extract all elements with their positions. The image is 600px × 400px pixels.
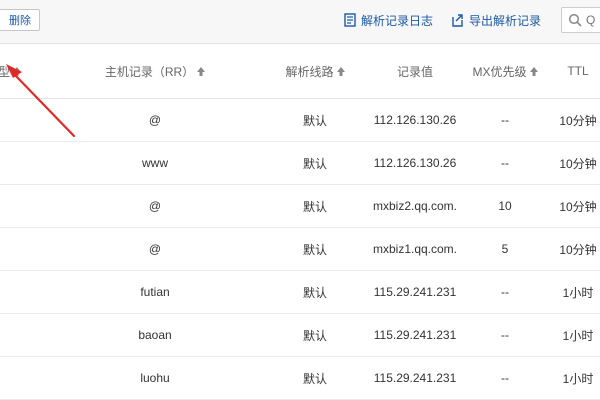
table-row[interactable]: futian 默认 115.29.241.231 -- 1小时 [0,271,600,314]
cell-type [0,271,18,313]
column-header-value[interactable]: 记录值 [362,44,468,98]
column-header-type[interactable]: 型 [0,44,28,98]
cell-value: 115.29.241.231 [373,371,457,385]
cell-value: 115.29.241.231 [373,285,457,299]
cell-value: 112.126.130.26 [373,113,457,127]
table-row[interactable]: @ 默认 112.126.130.26 -- 10分钟 [0,99,600,142]
column-header-ttl[interactable]: TTL [538,44,600,98]
cell-type [0,357,18,399]
cell-type [0,314,18,356]
cell-type: ( [0,185,18,227]
cell-host: www [142,156,168,170]
cell-line: 默认 [302,242,327,257]
cell-value: mxbiz2.qq.com. [372,199,458,213]
cell-ttl: 10分钟 [559,156,597,171]
cell-mx: -- [501,113,509,127]
cell-host: @ [148,199,162,213]
sort-arrow-icon [529,66,538,76]
column-header-host[interactable]: 主机记录（RR） [80,44,230,98]
sort-arrow-icon [13,66,22,76]
search-icon [568,13,582,27]
cell-host: @ [148,113,162,127]
table-header: 型 主机记录（RR） 解析线路 记录值 MX优先级 TTL [0,44,600,99]
cell-ttl: 1小时 [562,371,594,386]
export-records-link[interactable]: 导出解析记录 [451,10,541,30]
delete-button[interactable]: 删除 [0,9,40,31]
record-log-label: 解析记录日志 [361,13,434,28]
cell-mx: -- [501,328,509,342]
cell-ttl: 1小时 [562,285,594,300]
table-row[interactable]: www 默认 112.126.130.26 -- 10分钟 [0,142,600,185]
cell-mx: 5 [501,242,509,256]
cell-line: 默认 [302,199,327,214]
cell-ttl: 10分钟 [559,113,597,128]
cell-type [0,99,18,141]
table-row[interactable]: luohu 默认 115.29.241.231 -- 1小时 [0,357,600,400]
table-row[interactable]: ( @ 默认 mxbiz1.qq.com. 5 10分钟 [0,228,600,271]
table-row[interactable]: baoan 默认 115.29.241.231 -- 1小时 [0,314,600,357]
cell-value: 115.29.241.231 [373,328,457,342]
toolbar: 删除 解析记录日志 导出解析记录 [0,0,600,44]
record-log-link[interactable]: 解析记录日志 [344,10,433,30]
cell-line: 默认 [302,113,327,128]
cell-line: 默认 [302,285,327,300]
document-icon [344,13,356,27]
cell-value: mxbiz1.qq.com. [372,242,458,256]
cell-line: 默认 [302,371,327,386]
column-header-line[interactable]: 解析线路 [262,44,368,98]
cell-ttl: 1小时 [562,328,594,343]
export-icon [452,14,463,27]
export-records-label: 导出解析记录 [469,13,542,28]
cell-type: ( [0,228,18,270]
cell-mx: -- [501,371,509,385]
search-box[interactable] [561,7,600,33]
cell-host: @ [148,242,162,256]
column-header-mx[interactable]: MX优先级 [462,44,548,98]
cell-ttl: 10分钟 [559,199,597,214]
sort-arrow-icon [336,66,345,76]
cell-host: baoan [138,328,172,342]
cell-host: futian [140,285,170,299]
search-input[interactable] [586,11,600,29]
cell-host: luohu [140,371,170,385]
cell-ttl: 10分钟 [559,242,597,257]
cell-line: 默认 [302,156,327,171]
cell-line: 默认 [302,328,327,343]
sort-arrow-icon [197,66,206,76]
cell-mx: -- [501,156,509,170]
cell-mx: -- [501,285,509,299]
cell-mx: 10 [498,199,512,213]
table-row[interactable]: ( @ 默认 mxbiz2.qq.com. 10 10分钟 [0,185,600,228]
cell-type [0,142,18,184]
cell-value: 112.126.130.26 [373,156,457,170]
